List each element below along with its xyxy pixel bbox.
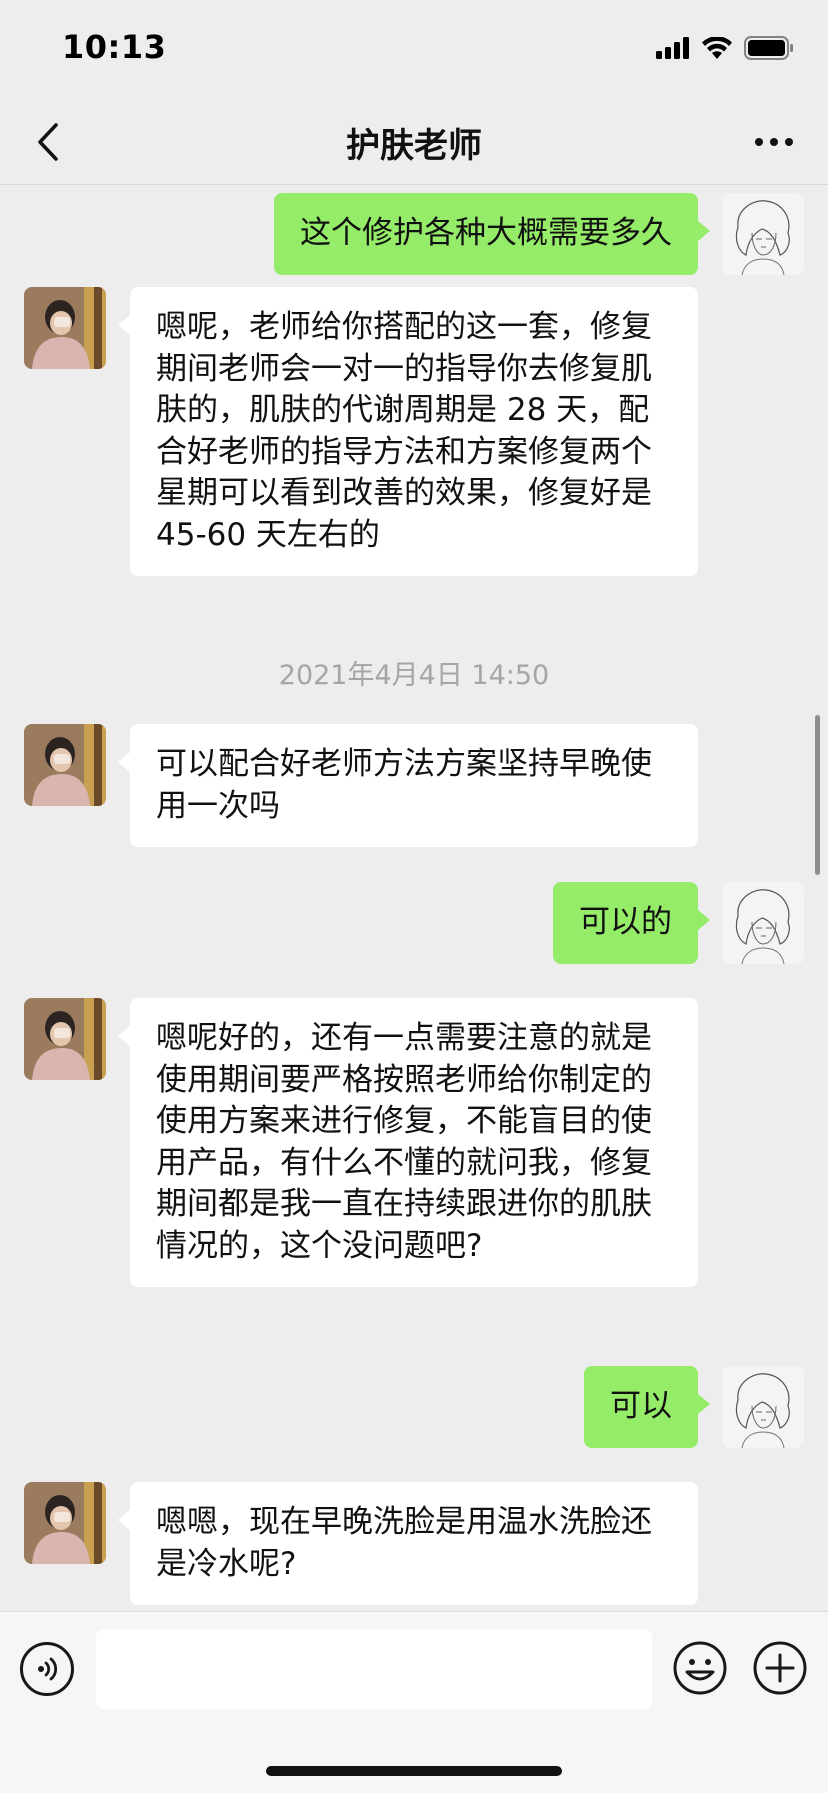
message-bubble-outgoing[interactable]: 这个修护各种大概需要多久	[274, 193, 710, 275]
teacher-avatar[interactable]	[24, 998, 106, 1080]
message-bubble-incoming[interactable]: 可以配合好老师方法方案坚持早晚使用一次吗	[118, 724, 698, 847]
message-bubble-incoming[interactable]: 嗯嗯，现在早晚洗脸是用温水洗脸还是冷水呢?	[118, 1482, 698, 1605]
nav-bar: 护肤老师	[0, 100, 828, 185]
home-indicator	[266, 1766, 562, 1776]
my-avatar[interactable]	[722, 882, 804, 964]
battery-icon	[744, 36, 793, 60]
message-bubble-incoming[interactable]: 嗯呢，老师给你搭配的这一套，修复期间老师会一对一的指导你去修复肌肤的，肌肤的代谢…	[118, 287, 698, 576]
teacher-avatar[interactable]	[24, 287, 106, 369]
sketch-portrait-avatar-icon	[722, 882, 804, 964]
status-icons	[656, 36, 794, 60]
message-bubble-incoming[interactable]: 嗯呢好的，还有一点需要注意的就是使用期间要严格按照老师给你制定的使用方案来进行修…	[118, 998, 698, 1287]
status-bar: 10:13	[0, 0, 828, 100]
teacher-photo-avatar-icon	[24, 724, 106, 806]
teacher-avatar[interactable]	[24, 1482, 106, 1564]
more-dots-icon	[755, 138, 793, 146]
my-avatar[interactable]	[722, 1366, 804, 1448]
sketch-portrait-avatar-icon	[722, 1366, 804, 1448]
teacher-photo-avatar-icon	[24, 998, 106, 1080]
voice-icon	[38, 1657, 58, 1681]
voice-button[interactable]	[20, 1642, 74, 1696]
chat-area[interactable]: 这个修护各种大概需要多久 嗯呢，老师给你搭配的这一套，修复期间老师会一对一的指导…	[0, 185, 828, 1610]
teacher-photo-avatar-icon	[24, 287, 106, 369]
more-button[interactable]	[750, 120, 798, 164]
teacher-photo-avatar-icon	[24, 1482, 106, 1564]
my-avatar[interactable]	[722, 193, 804, 275]
chat-title: 护肤老师	[346, 126, 482, 166]
sketch-portrait-avatar-icon	[722, 193, 804, 275]
message-bubble-outgoing[interactable]: 可以的	[553, 882, 710, 964]
input-bar	[0, 1611, 828, 1793]
message-bubble-outgoing[interactable]: 可以	[584, 1366, 710, 1448]
message-input[interactable]	[96, 1629, 652, 1709]
timestamp: 2021年4月4日 14:50	[278, 660, 550, 691]
teacher-avatar[interactable]	[24, 724, 106, 806]
emoji-icon[interactable]	[672, 1640, 728, 1696]
cellular-signal-icon	[656, 37, 689, 59]
plus-icon[interactable]	[752, 1640, 808, 1696]
status-time: 10:13	[62, 28, 167, 66]
scrollbar[interactable]	[815, 715, 820, 875]
wifi-icon	[702, 37, 732, 59]
